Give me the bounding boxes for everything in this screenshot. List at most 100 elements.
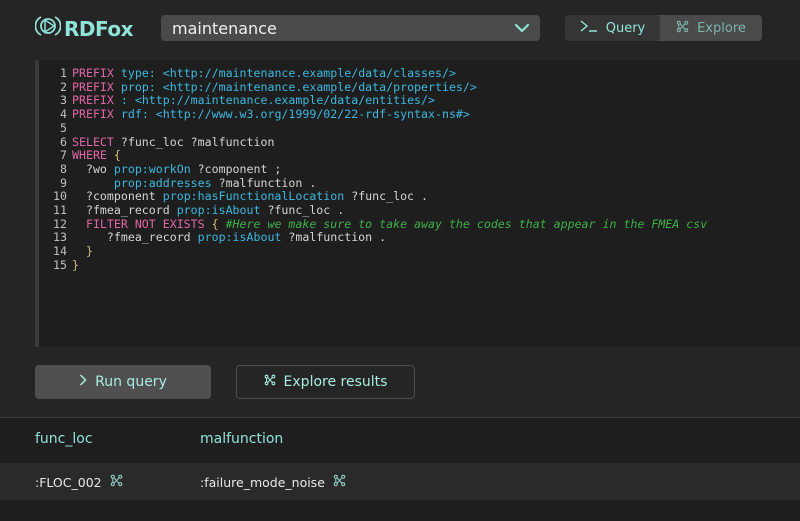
code-token: prop:isAbout: [176, 203, 261, 218]
code-token: ?fmea_record: [72, 203, 177, 218]
code-token: PREFIX: [72, 79, 114, 94]
cell-value[interactable]: :FLOC_002: [35, 475, 102, 490]
chevron-down-icon: [514, 20, 530, 36]
results-header: func_loc malfunction: [0, 418, 800, 463]
line-number: 15: [53, 257, 67, 272]
code-line[interactable]: 11 ?fmea_record prop:isAbout ?func_loc .: [51, 203, 707, 218]
code-token: type:: [120, 66, 156, 80]
graph-explore-icon: [264, 374, 284, 390]
code-token: SELECT: [72, 134, 114, 149]
column-header-func-loc[interactable]: func_loc: [35, 431, 93, 447]
code-token: ?component ;: [190, 161, 282, 176]
app-name: RDFox: [64, 16, 134, 41]
datastore-select[interactable]: maintenance: [161, 15, 540, 41]
line-number: 2: [60, 79, 67, 94]
code-line[interactable]: 7 WHERE {: [51, 148, 707, 163]
cell-value[interactable]: :failure_mode_noise: [200, 475, 325, 490]
code-token: PREFIX: [72, 66, 114, 80]
line-number: 9: [60, 175, 67, 190]
code-token: WHERE: [72, 148, 107, 163]
code-line[interactable]: 5: [51, 120, 707, 136]
line-number: 12: [53, 216, 67, 231]
code-token: ?func_loc ?malfunction: [113, 134, 275, 149]
code-token: prop:hasFunctionalLocation: [162, 189, 345, 204]
line-number: 8: [60, 161, 67, 176]
code-token: FILTER NOT EXISTS: [72, 216, 205, 231]
graph-explore-icon: [676, 20, 697, 37]
line-number: 6: [60, 134, 67, 149]
code-line[interactable]: 2 PREFIX prop: <http://maintenance.exampl…: [51, 79, 707, 95]
code-token: ?malfunction .: [211, 175, 317, 190]
code-line[interactable]: 10 ?component prop:hasFunctionalLocation…: [51, 189, 707, 204]
graph-explore-icon[interactable]: [102, 474, 123, 490]
line-number: 4: [60, 107, 67, 122]
rdfox-logo-icon: [34, 12, 62, 45]
code-token: PREFIX: [72, 107, 114, 122]
query-editor[interactable]: 1 PREFIX type: <http://maintenance.exampl…: [35, 60, 800, 347]
query-code[interactable]: 1 PREFIX type: <http://maintenance.exampl…: [51, 66, 708, 273]
code-line[interactable]: 14 }: [51, 244, 707, 259]
code-line[interactable]: 4 PREFIX rdf: <http://www.w3.org/1999/02/…: [51, 107, 707, 122]
code-line[interactable]: 3 PREFIX : <http://maintenance.example/da…: [51, 94, 707, 108]
table-row: :FLOC_002 :failure_mode_noise: [0, 463, 800, 500]
app-logo[interactable]: RDFox: [34, 12, 134, 45]
code-token: ?fmea_record: [72, 230, 198, 245]
code-line[interactable]: 15}: [51, 257, 707, 273]
tab-query[interactable]: Query: [565, 15, 660, 41]
code-line[interactable]: 12 FILTER NOT EXISTS { #Here we make sur…: [51, 216, 708, 232]
explore-results-button[interactable]: Explore results: [236, 365, 415, 399]
code-token: :: [120, 93, 128, 108]
code-token: <http://maintenance.example/data/classes…: [162, 66, 456, 80]
line-number: 14: [53, 244, 67, 259]
code-token: prop:: [120, 79, 156, 94]
datastore-select-value: maintenance: [172, 18, 277, 38]
run-query-label: Run query: [95, 374, 167, 390]
explore-results-label: Explore results: [283, 374, 388, 390]
run-query-button[interactable]: Run query: [35, 365, 211, 399]
cell-func-loc: :FLOC_002: [35, 474, 123, 490]
code-token: #Here we make sure to take away the code…: [225, 216, 708, 231]
code-line[interactable]: 1 PREFIX type: <http://maintenance.exampl…: [51, 66, 707, 81]
code-line[interactable]: 13 ?fmea_record prop:isAbout ?malfunctio…: [51, 231, 707, 245]
code-token: prop:addresses: [113, 175, 212, 190]
line-number: 1: [60, 66, 67, 80]
code-token: ?malfunction .: [281, 230, 387, 245]
code-token: ?component: [72, 189, 163, 204]
line-number: 5: [60, 120, 67, 135]
code-token: ?func_loc .: [260, 203, 345, 218]
cell-malfunction: :failure_mode_noise: [200, 474, 346, 490]
code-line[interactable]: 6 SELECT ?func_loc ?malfunction: [51, 134, 707, 150]
mode-switch: Query Explore: [565, 15, 762, 41]
code-line[interactable]: 9 prop:addresses ?malfunction .: [51, 175, 707, 191]
code-token: <http://www.w3.org/1999/02/22-rdf-syntax…: [155, 107, 470, 122]
line-number: 7: [60, 148, 67, 163]
line-number: 11: [53, 203, 67, 218]
terminal-icon: [580, 20, 606, 36]
line-number: 3: [60, 93, 67, 108]
results-table: func_loc malfunction :FLOC_002 :failure_…: [0, 417, 800, 521]
code-line[interactable]: 8 ?wo prop:workOn ?component ;: [51, 161, 707, 177]
tab-explore[interactable]: Explore: [660, 15, 762, 41]
code-token: prop:isAbout: [197, 230, 282, 245]
column-header-malfunction[interactable]: malfunction: [200, 431, 283, 447]
code-token: <http://maintenance.example/data/entitie…: [134, 93, 435, 108]
code-token: }: [85, 244, 93, 259]
code-token: {: [113, 148, 121, 163]
tab-explore-label: Explore: [697, 20, 746, 36]
line-number: 13: [53, 230, 67, 245]
graph-explore-icon[interactable]: [325, 474, 346, 490]
code-token: prop:workOn: [113, 161, 191, 176]
code-token: rdf:: [120, 107, 149, 122]
